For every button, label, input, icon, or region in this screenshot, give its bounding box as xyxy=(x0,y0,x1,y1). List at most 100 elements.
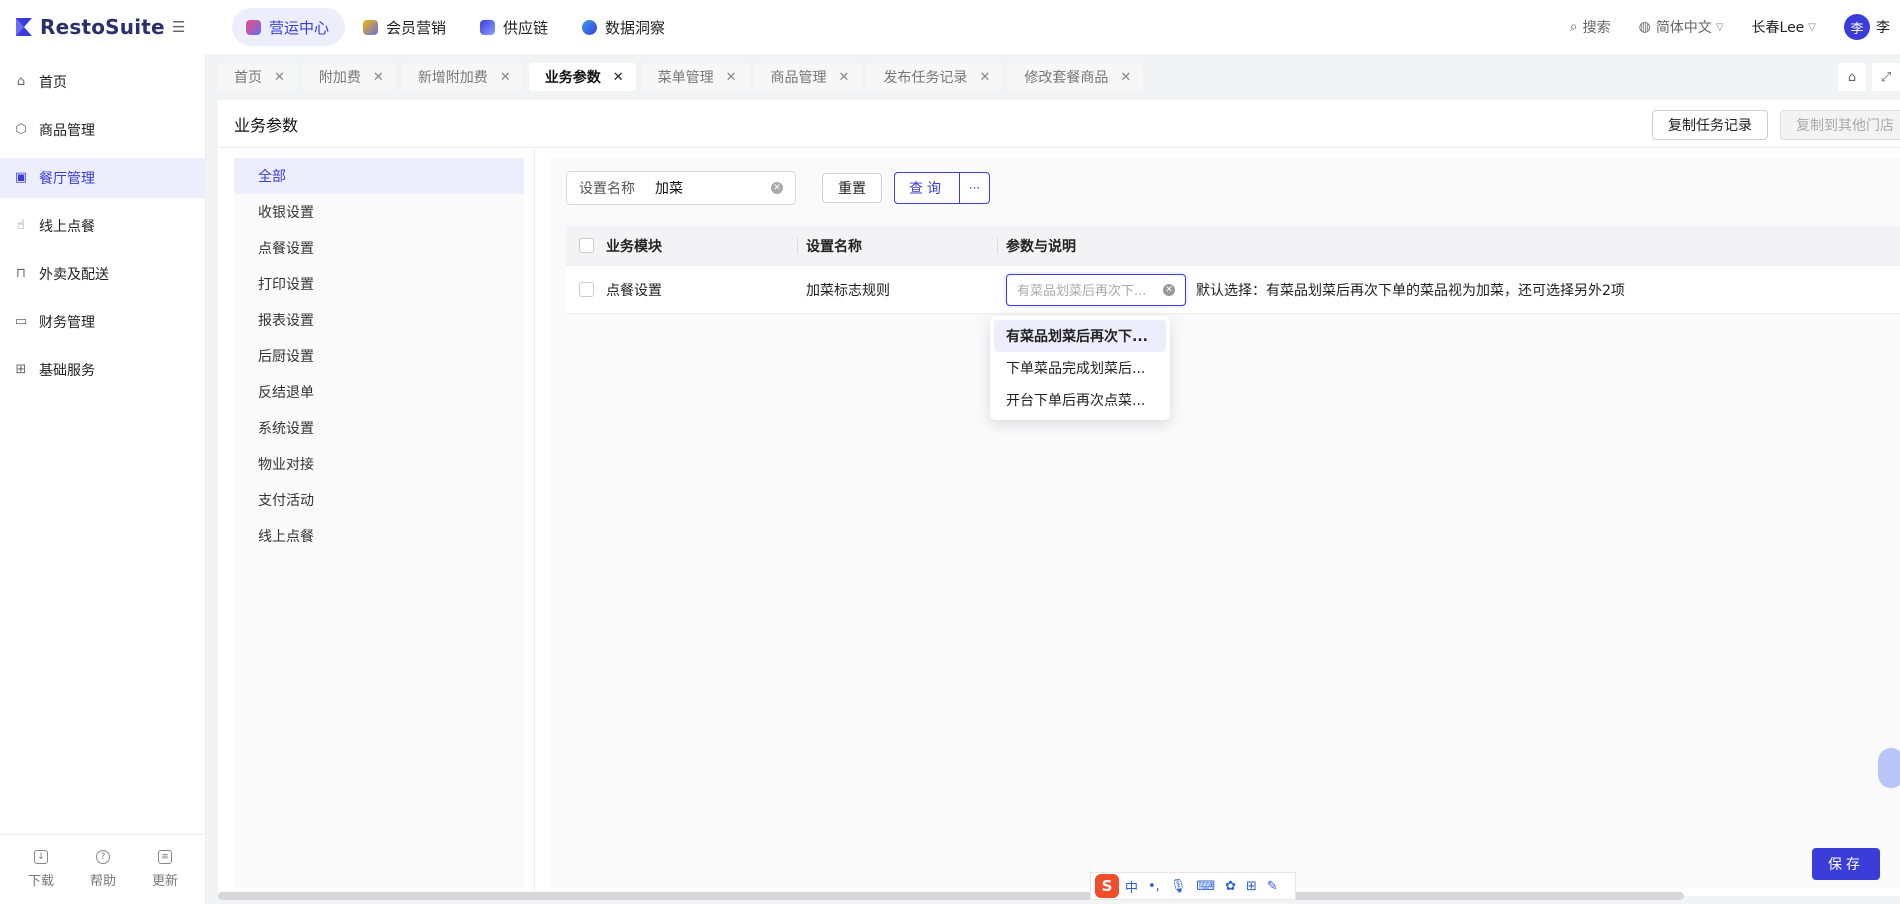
update-label: 更新 xyxy=(151,874,178,889)
tab-tools: ⌂ ⤢ xyxy=(1832,63,1900,91)
sidebar-item-online-order[interactable]: ☝ 线上点餐 xyxy=(0,206,205,246)
page-title: 业务参数 xyxy=(234,115,299,135)
ime-mode[interactable]: 中 xyxy=(1125,877,1138,896)
search-label: 搜索 xyxy=(1582,20,1611,36)
close-icon[interactable]: ✕ xyxy=(1120,70,1131,85)
module-data[interactable]: 数据洞察 xyxy=(568,8,681,46)
dropdown-option[interactable]: 开台下单后再次点菜... xyxy=(994,384,1166,416)
setting-name-input[interactable] xyxy=(655,180,765,196)
tab-add-surcharge[interactable]: 新增附加费 ✕ xyxy=(401,63,523,91)
close-icon[interactable]: ✕ xyxy=(373,70,384,85)
param-description: 默认选择：有菜品划菜后再次下单的菜品视为加菜，还可选择另外2项 xyxy=(1196,282,1625,299)
copy-task-record-button[interactable]: 复制任务记录 xyxy=(1652,110,1768,140)
setting-name-filter[interactable]: 设置名称 ✕ xyxy=(566,171,796,205)
assistant-mascot-icon[interactable] xyxy=(1878,748,1900,788)
update-button[interactable]: ≡ 更新 xyxy=(152,850,178,889)
category-kitchen[interactable]: 后厨设置 xyxy=(234,338,524,374)
tab-bar: 首页 ✕ 附加费 ✕ 新增附加费 ✕ 业务参数 ✕ 菜单管理 ✕ 商品管理 ✕ 发布任务记录… xyxy=(206,54,1900,100)
help-label: 帮助 xyxy=(89,874,116,889)
sidebar-item-basic[interactable]: ⊞ 基础服务 xyxy=(0,350,205,390)
ime-logo-icon[interactable]: S xyxy=(1095,874,1119,898)
tab-label: 商品管理 xyxy=(770,70,827,86)
sidebar-item-delivery[interactable]: ⊓ 外卖及配送 xyxy=(0,254,205,294)
close-icon[interactable]: ✕ xyxy=(274,70,285,85)
sidebar-item-label: 首页 xyxy=(39,75,67,91)
category-list: 全部 收银设置 点餐设置 打印设置 报表设置 后厨设置 反结退单 系统设置 物业… xyxy=(234,158,524,888)
column-header: 设置名称 xyxy=(806,238,862,255)
user-menu[interactable]: 李 李 xyxy=(1844,14,1890,40)
box-icon: ⬡ xyxy=(15,122,27,137)
fullscreen-icon[interactable]: ⤢ xyxy=(1872,63,1900,91)
category-reports[interactable]: 报表设置 xyxy=(234,302,524,338)
apps-grid-icon[interactable]: ⊞ xyxy=(1246,879,1257,894)
row-setting-name: 加菜标志规则 xyxy=(806,282,890,299)
params-table: 业务模块 设置名称 参数与说明 点餐设置 加菜标志规则 有菜品划菜后再次下...… xyxy=(566,226,1900,314)
category-system[interactable]: 系统设置 xyxy=(234,410,524,446)
global-search[interactable]: ⌕ 搜索 xyxy=(1570,17,1611,37)
grid-icon: ⊞ xyxy=(15,362,27,377)
sidebar-footer: ↓ 下载 ? 帮助 ≡ 更新 xyxy=(0,834,206,904)
sidebar-item-finance[interactable]: ▭ 财务管理 xyxy=(0,302,205,342)
store-switch-icon[interactable]: ⌂ xyxy=(1838,63,1866,91)
category-cashier[interactable]: 收银设置 xyxy=(234,194,524,230)
category-payment[interactable]: 支付活动 xyxy=(234,482,524,518)
tab-publish-records[interactable]: 发布任务记录 ✕ xyxy=(867,63,1003,91)
close-icon[interactable]: ✕ xyxy=(500,70,511,85)
dropdown-option[interactable]: 下单菜品完成划菜后... xyxy=(994,352,1166,384)
close-icon[interactable]: ✕ xyxy=(979,70,990,85)
category-online-order[interactable]: 线上点餐 xyxy=(234,518,524,554)
chevron-down-icon: ▽ xyxy=(1715,21,1724,33)
sidebar-item-products[interactable]: ⬡ 商品管理 xyxy=(0,110,205,150)
param-select[interactable]: 有菜品划菜后再次下... ✕ xyxy=(1006,273,1186,306)
clear-icon[interactable]: ✕ xyxy=(771,182,783,194)
sidebar-item-restaurant[interactable]: ▣ 餐厅管理 xyxy=(0,158,205,198)
row-checkbox[interactable] xyxy=(578,282,594,297)
keyboard-icon[interactable]: ⌨ xyxy=(1196,879,1215,894)
horizontal-scrollbar[interactable] xyxy=(218,892,1684,900)
data-icon xyxy=(582,19,598,35)
microphone-icon[interactable]: 🎙 xyxy=(1170,879,1187,894)
download-icon: ↓ xyxy=(33,850,48,864)
punctuation-icon[interactable]: •, xyxy=(1148,879,1160,894)
close-icon[interactable]: ✕ xyxy=(613,70,624,85)
category-refund[interactable]: 反结退单 xyxy=(234,374,524,410)
sidebar-item-home[interactable]: ⌂ 首页 xyxy=(0,62,205,102)
brand-name: RestoSuite xyxy=(40,15,165,39)
help-icon: ? xyxy=(95,850,110,864)
save-button[interactable]: 保存 xyxy=(1812,848,1880,880)
category-all[interactable]: 全部 xyxy=(234,158,524,194)
sidebar: ⌂ 首页 ⬡ 商品管理 ▣ 餐厅管理 ☝ 线上点餐 ⊓ 外卖及配送 ▭ 财务管理… xyxy=(0,54,206,904)
category-property[interactable]: 物业对接 xyxy=(234,446,524,482)
dropdown-option[interactable]: 有菜品划菜后再次下... xyxy=(994,320,1166,352)
query-button[interactable]: 查询 xyxy=(894,172,960,204)
module-ops[interactable]: 营运中心 xyxy=(232,8,346,46)
download-button[interactable]: ↓ 下载 xyxy=(28,850,54,889)
tab-menu-management[interactable]: 菜单管理 ✕ xyxy=(641,63,749,91)
close-icon[interactable]: ✕ xyxy=(839,70,850,85)
tab-product-management[interactable]: 商品管理 ✕ xyxy=(754,63,862,91)
category-printing[interactable]: 打印设置 xyxy=(234,266,524,302)
select-all-checkbox[interactable] xyxy=(578,238,594,253)
close-icon[interactable]: ✕ xyxy=(726,70,737,85)
language-select[interactable]: ◍ 简体中文 ▽ xyxy=(1639,17,1724,37)
category-ordering[interactable]: 点餐设置 xyxy=(234,230,524,266)
divider xyxy=(534,148,535,896)
tab-surcharge[interactable]: 附加费 ✕ xyxy=(302,63,396,91)
language-label: 简体中文 xyxy=(1655,20,1712,36)
tools-icon[interactable]: ✎ xyxy=(1267,879,1278,894)
tab-business-params[interactable]: 业务参数 ✕ xyxy=(528,63,636,91)
copy-to-other-stores-button[interactable]: 复制到其他门店 xyxy=(1780,110,1900,140)
reset-button[interactable]: 重置 xyxy=(822,173,882,203)
help-button[interactable]: ? 帮助 xyxy=(90,850,116,889)
more-options-button[interactable]: ··· xyxy=(960,172,990,204)
filter-bar: 设置名称 ✕ 重置 查询 ··· xyxy=(550,158,1900,218)
skin-icon[interactable]: ✿ xyxy=(1225,879,1236,894)
store-select[interactable]: 长春Lee ▽ xyxy=(1752,17,1816,37)
module-member[interactable]: 会员营销 xyxy=(349,8,462,46)
module-supply[interactable]: 供应链 xyxy=(466,8,564,46)
tab-home[interactable]: 首页 ✕ xyxy=(218,63,297,91)
row-module: 点餐设置 xyxy=(606,282,662,299)
clear-icon[interactable]: ✕ xyxy=(1163,283,1175,296)
collapse-menu-icon[interactable]: ☰ xyxy=(172,18,190,36)
tab-edit-combo[interactable]: 修改套餐商品 ✕ xyxy=(1008,63,1144,91)
